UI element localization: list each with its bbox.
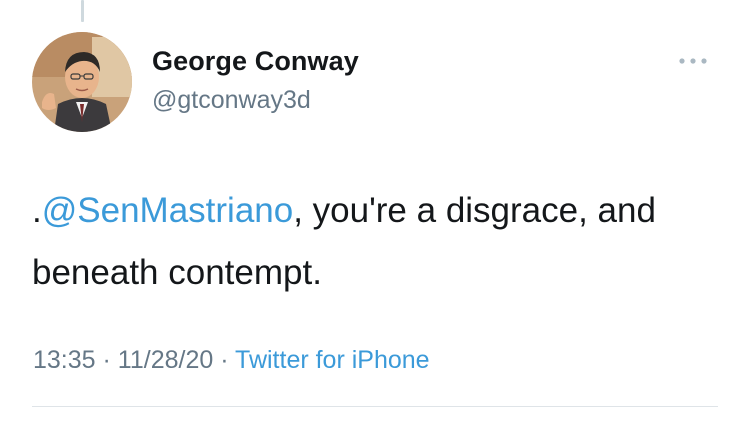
avatar[interactable] (32, 32, 132, 132)
tweet-date[interactable]: 11/28/20 (118, 346, 213, 374)
meta-separator: · (220, 346, 229, 374)
divider (32, 406, 718, 407)
tweet-text-prefix: . (32, 191, 42, 230)
meta-separator: · (102, 346, 111, 374)
tweet-source-link[interactable]: Twitter for iPhone (235, 346, 430, 374)
thread-connector-line (81, 0, 84, 22)
tweet-metadata: 13:35 · 11/28/20 · Twitter for iPhone (33, 346, 430, 375)
mention-link[interactable]: @SenMastriano (42, 191, 293, 230)
author-handle[interactable]: @gtconway3d (152, 86, 311, 115)
avatar-illustration (32, 32, 132, 132)
tweet-text: .@SenMastriano, you're a disgrace, and b… (32, 180, 712, 304)
tweet-time[interactable]: 13:35 (33, 346, 96, 374)
author-name[interactable]: George Conway (152, 46, 359, 77)
more-dots-icon[interactable] (676, 51, 710, 71)
